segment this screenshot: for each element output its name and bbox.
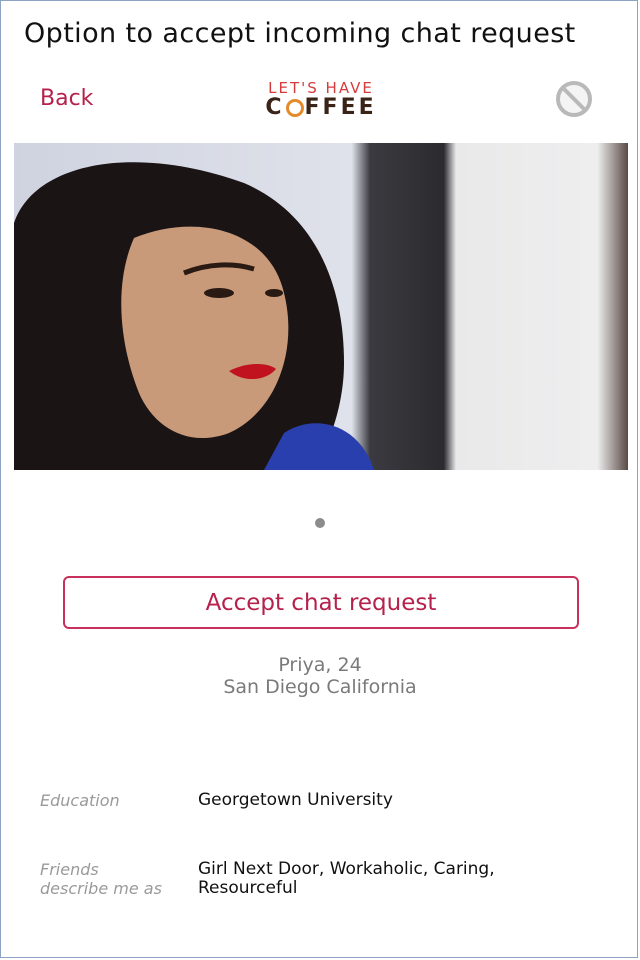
coffee-cup-icon xyxy=(285,99,304,117)
app-logo: LET'S HAVE C FFEE xyxy=(246,80,396,120)
logo-letters-ffee: FFEE xyxy=(304,95,377,120)
education-label: Education xyxy=(40,791,120,810)
caption: Option to accept incoming chat request xyxy=(24,18,576,49)
profile-photo[interactable] xyxy=(14,143,628,470)
friends-label-line2: describe me as xyxy=(40,879,162,898)
logo-letter-c: C xyxy=(265,95,285,120)
friends-label-line1: Friends xyxy=(40,860,99,879)
profile-name-age: Priya, 24 xyxy=(278,654,362,676)
accept-chat-request-button[interactable]: Accept chat request xyxy=(63,576,579,629)
friends-value-line2: Resourceful xyxy=(198,878,298,898)
logo-top-text: LET'S HAVE xyxy=(268,79,374,97)
block-icon-graphic xyxy=(556,81,592,117)
back-button[interactable]: Back xyxy=(40,86,93,111)
logo-bottom-text: C FFEE xyxy=(246,96,396,120)
friends-value-line1: Girl Next Door, Workaholic, Caring, xyxy=(198,859,495,879)
profile-photo-graphic xyxy=(14,162,374,470)
profile-location: San Diego California xyxy=(223,676,417,698)
education-value: Georgetown University xyxy=(198,790,393,810)
photo-page-indicator xyxy=(315,518,325,528)
block-icon[interactable] xyxy=(552,80,596,118)
